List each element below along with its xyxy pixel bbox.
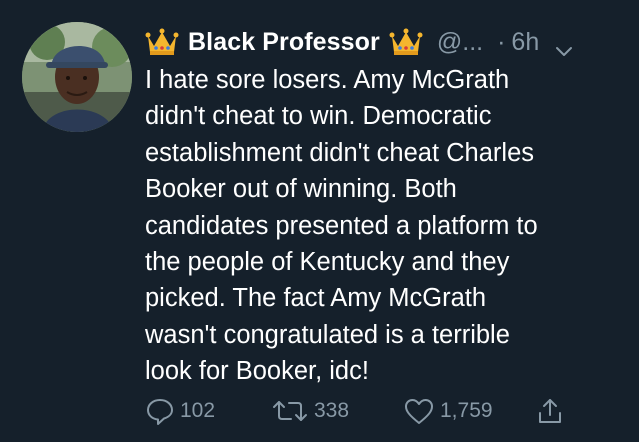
reply-count: 102	[180, 399, 216, 422]
handle[interactable]: @...	[437, 28, 483, 57]
retweet-icon	[271, 396, 309, 426]
retweet-button[interactable]: 338	[271, 393, 349, 429]
tweet-text: I hate sore losers. Amy McGrath didn't c…	[145, 62, 625, 390]
tweet-text-line: establishment didn't cheat Charles	[145, 138, 534, 167]
tweet-text-line: I hate sore losers. Amy McGrath	[145, 66, 510, 94]
display-name[interactable]: Black Professor	[188, 28, 380, 57]
tweet-text-line: Booker out of winning. Both	[145, 175, 457, 204]
crown-icon	[389, 27, 423, 57]
tweet-text-line: look for Booker, idc!	[145, 357, 369, 386]
crown-icon	[145, 27, 179, 57]
tweet-text-line: wasn't congratulated is a terrible	[145, 320, 510, 349]
tweet-text-line: the people of Kentucky and they	[145, 248, 510, 277]
tweet-actions: 102 338 1,759	[145, 393, 625, 429]
avatar-image	[22, 22, 132, 132]
tweet-text-line: picked. The fact Amy McGrath	[145, 284, 487, 313]
reply-button[interactable]: 102	[145, 393, 215, 429]
like-count: 1,759	[440, 399, 493, 422]
retweet-count: 338	[314, 399, 350, 422]
tweet-header: Black Professor @... · 6h	[145, 24, 625, 60]
chevron-down-icon[interactable]	[555, 36, 573, 56]
share-button[interactable]	[535, 393, 565, 429]
timestamp[interactable]: 6h	[511, 28, 539, 57]
tweet-content: Black Professor @... · 6h I hate sore lo…	[145, 24, 625, 390]
heart-icon	[403, 396, 435, 426]
reply-icon	[145, 396, 175, 426]
separator-dot: ·	[497, 27, 506, 56]
like-button[interactable]: 1,759	[403, 393, 493, 429]
tweet-text-line: didn't cheat to win. Democratic	[145, 102, 492, 131]
tweet[interactable]: Black Professor @... · 6h I hate sore lo…	[0, 0, 639, 442]
tweet-text-line: candidates presented a platform to	[145, 211, 538, 240]
share-icon	[535, 396, 565, 426]
avatar[interactable]	[22, 22, 132, 132]
